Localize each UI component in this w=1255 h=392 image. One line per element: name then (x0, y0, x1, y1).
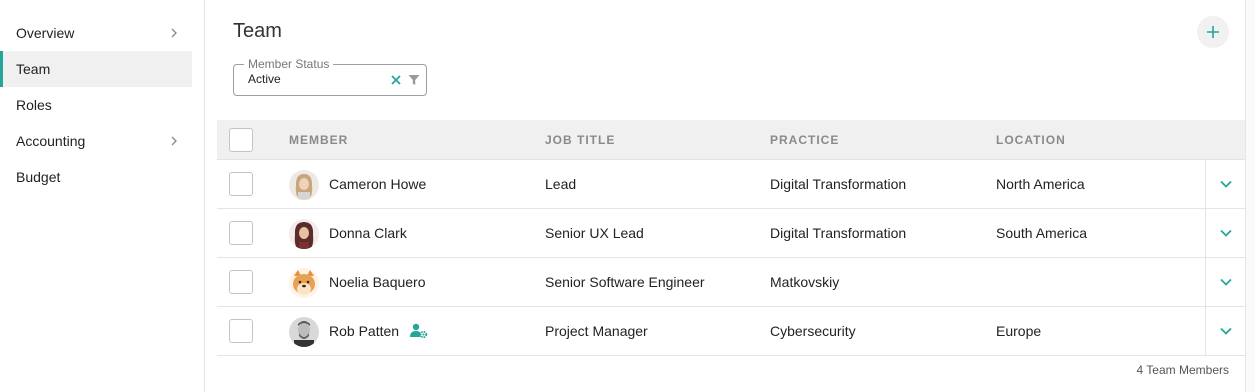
sidebar-item-label: Budget (16, 169, 61, 185)
column-header-member[interactable]: MEMBER (289, 133, 348, 147)
avatar (289, 268, 319, 298)
sidebar-item-overview[interactable]: Overview (0, 15, 192, 51)
expand-row-button[interactable] (1205, 258, 1245, 306)
expand-row-button[interactable] (1205, 209, 1245, 257)
location: Europe (996, 323, 1042, 339)
row-checkbox[interactable] (229, 221, 253, 245)
sidebar-item-accounting[interactable]: Accounting (0, 123, 192, 159)
sidebar-item-roles[interactable]: Roles (0, 87, 192, 123)
location: North America (996, 176, 1085, 192)
filter-label: Member Status (244, 57, 334, 71)
table-row[interactable]: Rob Patten Project Manager Cybersecurity… (217, 307, 1245, 356)
members-table: MEMBER JOB TITLE PRACTICE LOCATION Camer… (217, 120, 1245, 356)
row-checkbox[interactable] (229, 270, 253, 294)
table-header: MEMBER JOB TITLE PRACTICE LOCATION (217, 120, 1245, 160)
plus-icon (1207, 26, 1219, 38)
row-checkbox[interactable] (229, 172, 253, 196)
sidebar-item-label: Roles (16, 97, 52, 113)
select-all-checkbox[interactable] (229, 128, 253, 152)
chevron-right-icon (171, 136, 177, 146)
member-status-filter[interactable]: Member Status Active (233, 57, 427, 96)
sidebar: Overview Team Roles Accounting Budget (0, 0, 205, 392)
sidebar-item-team[interactable]: Team (0, 51, 192, 87)
sidebar-item-label: Overview (16, 25, 75, 41)
column-header-practice[interactable]: PRACTICE (770, 133, 839, 147)
table-row[interactable]: Cameron Howe Lead Digital Transformation… (217, 160, 1245, 209)
job-title: Senior UX Lead (545, 225, 644, 241)
member-name[interactable]: Donna Clark (329, 225, 407, 241)
chevron-down-icon (1219, 229, 1232, 237)
row-checkbox[interactable] (229, 319, 253, 343)
expand-row-button[interactable] (1205, 160, 1245, 208)
location: South America (996, 225, 1088, 241)
sidebar-item-label: Accounting (16, 133, 86, 149)
avatar (289, 317, 319, 347)
chevron-right-icon (171, 28, 177, 38)
practice: Matkovskiy (770, 274, 840, 290)
page-title: Team (233, 20, 282, 42)
user-settings-icon (410, 323, 428, 339)
funnel-icon[interactable] (408, 74, 420, 86)
sidebar-item-label: Team (16, 61, 51, 77)
job-title: Senior Software Engineer (545, 274, 705, 290)
table-row[interactable]: Donna Clark Senior UX Lead Digital Trans… (217, 209, 1245, 258)
close-icon[interactable] (389, 73, 403, 87)
member-name[interactable]: Noelia Baquero (329, 274, 426, 290)
scrollbar-track[interactable] (1245, 0, 1255, 392)
chevron-down-icon (1219, 327, 1232, 335)
practice: Digital Transformation (770, 176, 907, 192)
column-header-location[interactable]: LOCATION (996, 133, 1066, 147)
expand-row-button[interactable] (1205, 307, 1245, 355)
avatar (289, 219, 319, 249)
chevron-down-icon (1219, 278, 1232, 286)
filter-value: Active (248, 72, 281, 86)
job-title: Project Manager (545, 323, 648, 339)
member-name[interactable]: Rob Patten (329, 323, 399, 339)
team-member-count: 4 Team Members (1136, 363, 1229, 377)
member-name[interactable]: Cameron Howe (329, 176, 426, 192)
practice: Cybersecurity (770, 323, 856, 339)
job-title: Lead (545, 176, 577, 192)
column-header-job-title[interactable]: JOB TITLE (545, 133, 615, 147)
add-member-button[interactable] (1197, 16, 1229, 48)
practice: Digital Transformation (770, 225, 907, 241)
table-row[interactable]: Noelia Baquero Senior Software Engineer … (217, 258, 1245, 307)
avatar (289, 170, 319, 200)
sidebar-item-budget[interactable]: Budget (0, 159, 192, 195)
chevron-down-icon (1219, 180, 1232, 188)
